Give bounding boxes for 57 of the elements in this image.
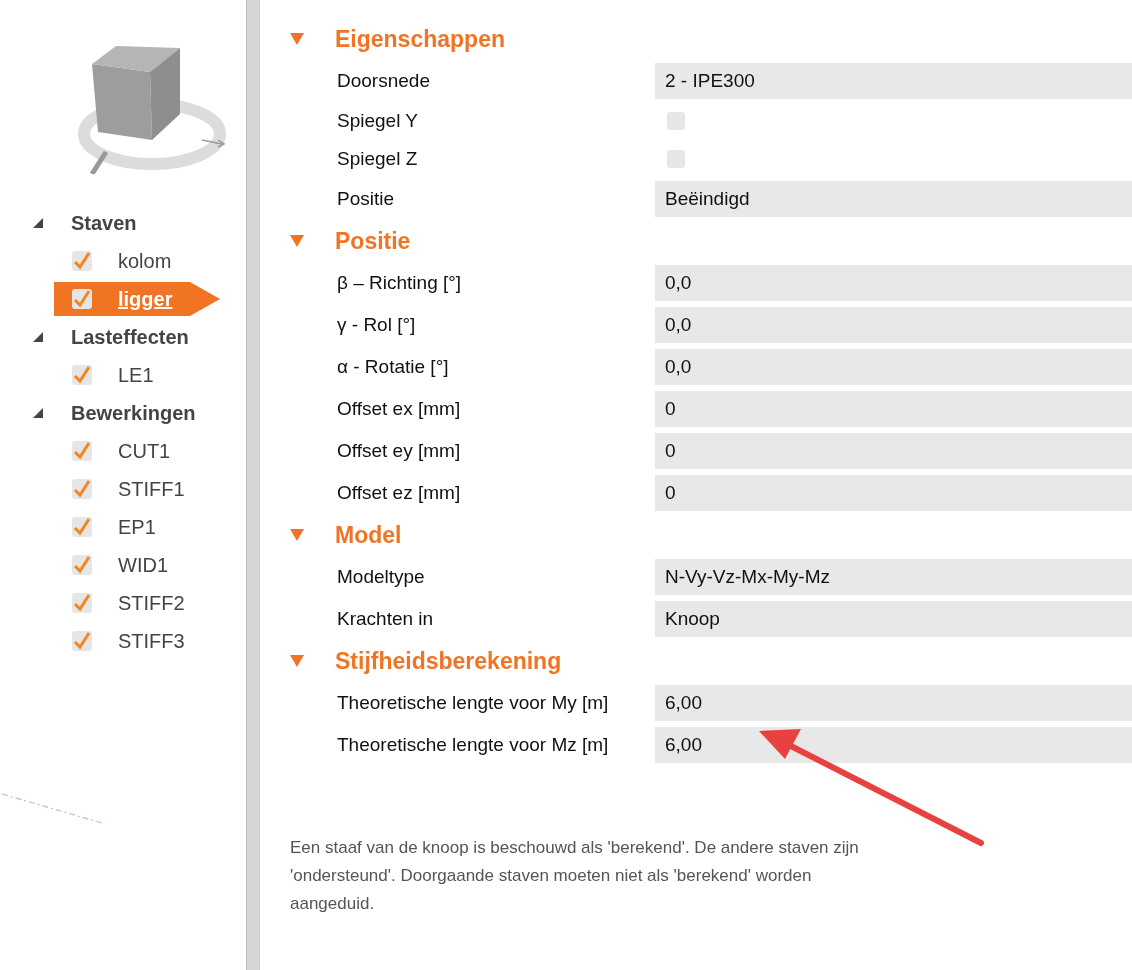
tree-item[interactable]: EP1: [54, 508, 200, 546]
checkbox[interactable]: [667, 150, 685, 168]
collapse-triangle-icon[interactable]: [290, 33, 304, 45]
info-text: Een staaf van de knoop is beschouwd als 'berekend'. De andere staven zijn 'ondersteund'. Doorgaande staven moeten niet als 'berekend' worden aangeduid.: [290, 837, 860, 915]
value-field[interactable]: 0,0: [655, 349, 1132, 385]
checkbox[interactable]: [72, 441, 92, 461]
property-label: Doorsnede: [337, 70, 431, 92]
property-label: Theoretische lengte voor Mz [m]: [337, 734, 610, 756]
property-label: Theoretische lengte voor My [m]: [337, 692, 610, 714]
checkbox[interactable]: [72, 555, 92, 575]
collapse-triangle-icon[interactable]: [290, 529, 304, 541]
tree-item[interactable]: CUT1: [54, 432, 200, 470]
tree-item[interactable]: WID1: [54, 546, 200, 584]
checkbox[interactable]: [667, 112, 685, 130]
expand-triangle-icon[interactable]: [33, 218, 43, 228]
property-label: Offset ex [mm]: [337, 398, 462, 420]
tree-group-label[interactable]: Staven: [71, 211, 137, 235]
tree-item[interactable]: kolom: [54, 242, 200, 280]
tree-group-label[interactable]: Bewerkingen: [71, 401, 196, 425]
value-field[interactable]: 2 - IPE300: [655, 63, 1132, 99]
value-field[interactable]: Knoop: [655, 601, 1132, 637]
value-field[interactable]: 6,00: [655, 685, 1132, 721]
property-label: β – Richting [°]: [337, 272, 463, 294]
property-label: Positie: [337, 188, 396, 210]
property-label: Modeltype: [337, 566, 426, 588]
expand-triangle-icon[interactable]: [33, 408, 43, 418]
checkbox[interactable]: [72, 593, 92, 613]
property-label: Spiegel Z: [337, 148, 419, 170]
tree-group-label[interactable]: Lasteffecten: [71, 325, 189, 349]
value-field[interactable]: 0,0: [655, 307, 1132, 343]
tree-item[interactable]: STIFF1: [54, 470, 200, 508]
value-field[interactable]: 0: [655, 475, 1132, 511]
tree-item[interactable]: STIFF3: [54, 622, 200, 660]
expand-triangle-icon[interactable]: [33, 332, 43, 342]
collapse-triangle-icon[interactable]: [290, 655, 304, 667]
checkbox[interactable]: [72, 517, 92, 537]
value-field[interactable]: 0: [655, 391, 1132, 427]
checkbox[interactable]: [72, 289, 92, 309]
checkbox[interactable]: [72, 251, 92, 271]
property-label: Offset ey [mm]: [337, 440, 462, 462]
checkbox[interactable]: [72, 479, 92, 499]
property-label: Krachten in: [337, 608, 435, 630]
property-label: Spiegel Y: [337, 110, 419, 132]
tree-item[interactable]: STIFF2: [54, 584, 200, 622]
collapse-triangle-icon[interactable]: [290, 235, 304, 247]
value-field[interactable]: 6,00: [655, 727, 1132, 763]
checkbox[interactable]: [72, 631, 92, 651]
panel-splitter[interactable]: [246, 0, 260, 970]
value-field[interactable]: Beëindigd: [655, 181, 1132, 217]
value-field[interactable]: N-Vy-Vz-Mx-My-Mz: [655, 559, 1132, 595]
checkbox[interactable]: [72, 365, 92, 385]
property-label: Offset ez [mm]: [337, 482, 462, 504]
value-field[interactable]: 0: [655, 433, 1132, 469]
property-label: γ - Rol [°]: [337, 314, 417, 336]
value-field[interactable]: 0,0: [655, 265, 1132, 301]
tree-item[interactable]: LE1: [54, 356, 200, 394]
property-label: α - Rotatie [°]: [337, 356, 450, 378]
